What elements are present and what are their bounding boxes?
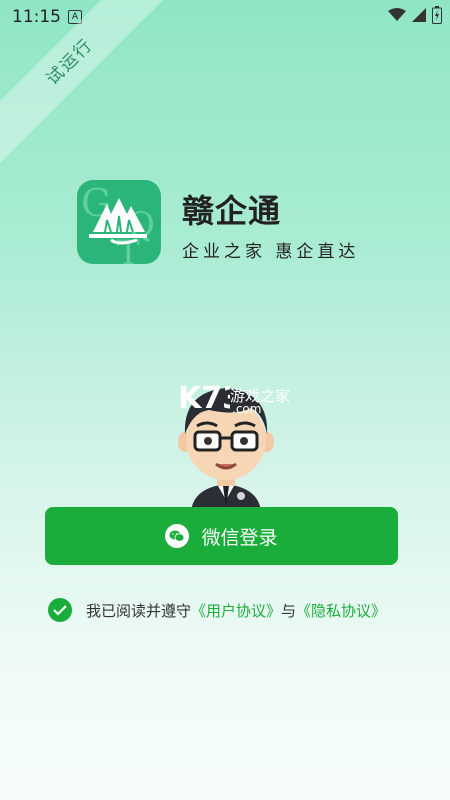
agreement-checkbox[interactable] [48,598,72,622]
user-agreement-link[interactable]: 《用户协议》 [191,600,281,621]
check-icon [53,605,67,616]
app-logo-icon: G Q T [81,181,155,264]
wechat-login-button[interactable]: 微信登录 [45,507,398,565]
agreement-prefix: 我已阅读并遵守 [86,601,192,620]
status-icons [388,6,442,24]
signal-icon [412,8,426,22]
app-name: 赣企通 [182,192,282,230]
privacy-agreement-link[interactable]: 《隐私协议》 [296,600,386,621]
agreement-row: 我已阅读并遵守 《用户协议》 与 《隐私协议》 [48,598,386,622]
status-time: 11:15 [12,7,61,27]
watermark-logo: K73 [178,376,243,420]
wifi-icon [388,8,406,21]
watermark-brand: K73 [178,381,230,416]
status-bar: 11:15 A [0,0,450,34]
battery-icon [432,6,442,24]
app-logo: G Q T [77,180,161,264]
watermark-domain: .com [232,402,262,416]
agreement-conjunction: 与 [281,601,297,620]
watermark-icon: K73 [178,381,243,416]
wechat-login-label: 微信登录 [201,526,278,549]
app-slogan: 企业之家 惠企直达 [182,242,360,262]
wechat-icon [165,524,190,548]
